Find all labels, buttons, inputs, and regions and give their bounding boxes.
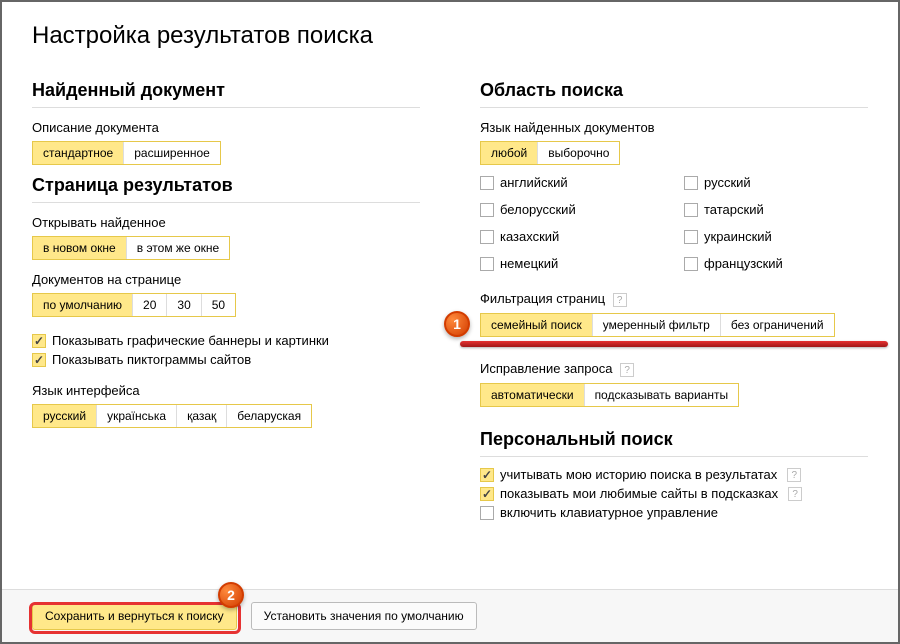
favs-checkbox[interactable] [480,487,494,501]
docs-lang-any[interactable]: любой [481,142,538,164]
iface-lang-toggle: русский українська қазақ беларуская [32,404,312,428]
kbd-checkbox[interactable] [480,506,494,520]
lang-be-checkbox[interactable] [480,203,494,217]
favs-label: показывать мои любимые сайты в подсказка… [500,486,778,501]
lang-de-checkbox[interactable] [480,257,494,271]
spell-auto[interactable]: автоматически [481,384,585,406]
iface-lang-label: Язык интерфейса [32,383,420,398]
results-page-heading: Страница результатов [32,175,420,203]
page-filter-toggle: семейный поиск умеренный фильтр без огра… [480,313,835,337]
filter-none[interactable]: без ограничений [721,314,834,336]
lang-en-checkbox[interactable] [480,176,494,190]
show-favicons-label: Показывать пиктограммы сайтов [52,352,251,367]
docs-lang-label: Язык найденных документов [480,120,868,135]
doc-desc-standard[interactable]: стандартное [33,142,124,164]
docs-lang-select[interactable]: выборочно [538,142,619,164]
language-checkbox-grid: английский русский белорусский татарский… [480,171,868,275]
lang-fr-checkbox[interactable] [684,257,698,271]
lang-en-label: английский [500,175,568,190]
iface-lang-be[interactable]: беларуская [227,405,311,427]
page-title: Настройка результатов поиска [32,22,868,50]
help-icon[interactable]: ? [788,487,802,501]
perpage-toggle: по умолчанию 20 30 50 [32,293,236,317]
annotation-marker-1: 1 [444,311,470,337]
doc-description-label: Описание документа [32,120,420,135]
history-checkbox[interactable] [480,468,494,482]
personal-search-heading: Персональный поиск [480,429,868,457]
lang-tt-checkbox[interactable] [684,203,698,217]
help-icon[interactable]: ? [620,363,634,377]
show-banners-checkbox[interactable] [32,334,46,348]
reset-defaults-button[interactable]: Установить значения по умолчанию [251,602,477,630]
help-icon[interactable]: ? [613,293,627,307]
search-scope-heading: Область поиска [480,80,868,108]
left-column: Найденный документ Описание документа ст… [32,70,420,524]
show-banners-label: Показывать графические баннеры и картинк… [52,333,329,348]
perpage-30[interactable]: 30 [167,294,201,316]
doc-desc-extended[interactable]: расширенное [124,142,220,164]
doc-description-toggle: стандартное расширенное [32,141,221,165]
annotation-underline [460,341,888,347]
lang-kk-label: казахский [500,229,559,244]
perpage-label: Документов на странице [32,272,420,287]
perpage-50[interactable]: 50 [202,294,235,316]
open-found-toggle: в новом окне в этом же окне [32,236,230,260]
spell-toggle: автоматически подсказывать варианты [480,383,739,407]
iface-lang-ru[interactable]: русский [33,405,97,427]
kbd-label: включить клавиатурное управление [500,505,718,520]
footer-bar: Сохранить и вернуться к поиску Установит… [2,589,898,642]
open-same-window[interactable]: в этом же окне [127,237,229,259]
history-label: учитывать мою историю поиска в результат… [500,467,777,482]
lang-tt-label: татарский [704,202,764,217]
open-found-label: Открывать найденное [32,215,420,230]
spell-suggest[interactable]: подсказывать варианты [585,384,739,406]
iface-lang-kk[interactable]: қазақ [177,405,227,427]
iface-lang-uk[interactable]: українська [97,405,177,427]
docs-lang-mode-toggle: любой выборочно [480,141,620,165]
lang-ru-label: русский [704,175,751,190]
page-filter-label: Фильтрация страниц ? [480,291,868,307]
lang-ru-checkbox[interactable] [684,176,698,190]
filter-family[interactable]: семейный поиск [481,314,593,336]
lang-fr-label: французский [704,256,783,271]
right-column: Область поиска Язык найденных документов… [480,70,868,524]
annotation-marker-2: 2 [218,582,244,608]
lang-uk-checkbox[interactable] [684,230,698,244]
found-document-heading: Найденный документ [32,80,420,108]
lang-uk-label: украинский [704,229,772,244]
filter-moderate[interactable]: умеренный фильтр [593,314,721,336]
show-favicons-checkbox[interactable] [32,353,46,367]
save-button[interactable]: Сохранить и вернуться к поиску [32,602,237,630]
perpage-20[interactable]: 20 [133,294,167,316]
lang-be-label: белорусский [500,202,576,217]
open-new-window[interactable]: в новом окне [33,237,127,259]
perpage-default[interactable]: по умолчанию [33,294,133,316]
help-icon[interactable]: ? [787,468,801,482]
spell-label: Исправление запроса ? [480,361,868,377]
lang-kk-checkbox[interactable] [480,230,494,244]
lang-de-label: немецкий [500,256,558,271]
